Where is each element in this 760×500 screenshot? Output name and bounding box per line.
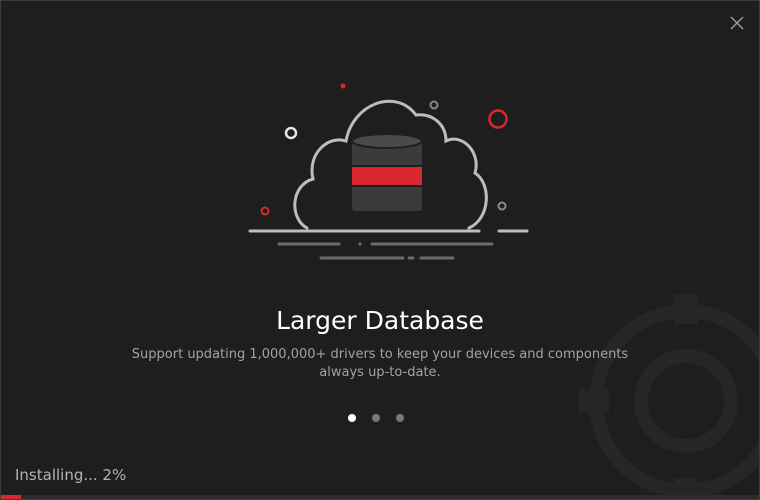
slide-title: Larger Database bbox=[276, 306, 484, 335]
carousel-pagination bbox=[348, 414, 404, 422]
close-icon bbox=[730, 16, 744, 30]
install-progress-bar bbox=[1, 495, 759, 499]
install-progress-fill bbox=[1, 495, 21, 499]
close-button[interactable] bbox=[727, 13, 747, 33]
install-status-text: Installing... 2% bbox=[15, 466, 127, 484]
slide-description: Support updating 1,000,000+ drivers to k… bbox=[131, 347, 629, 380]
installer-window: Larger Database Support updating 1,000,0… bbox=[0, 0, 760, 500]
carousel-dot-2[interactable] bbox=[372, 414, 380, 422]
carousel-dot-3[interactable] bbox=[396, 414, 404, 422]
carousel-dot-1[interactable] bbox=[348, 414, 356, 422]
cloud-database-icon bbox=[248, 83, 529, 260]
